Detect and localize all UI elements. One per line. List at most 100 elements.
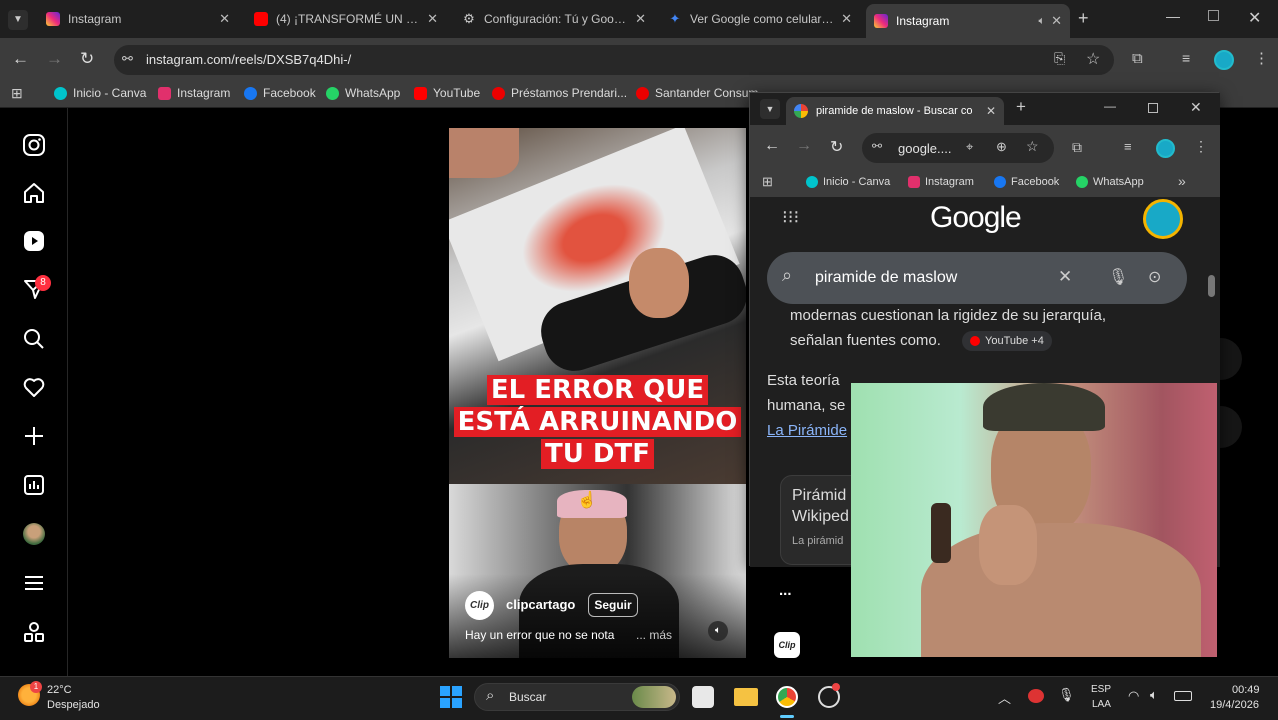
mute-icon[interactable]: 🔈︎ — [708, 621, 728, 641]
clock-time[interactable]: 00:49 — [1232, 684, 1260, 696]
back-button[interactable]: ← — [764, 137, 780, 155]
maximize-button[interactable] — [1148, 103, 1158, 113]
card-snippet: La pirámid — [792, 535, 844, 547]
channel-avatar[interactable]: Clip — [465, 591, 494, 620]
media-control-icon[interactable]: ≡ — [1182, 50, 1190, 66]
widgets-icon[interactable] — [692, 686, 714, 708]
bookmark-canva[interactable]: Inicio - Canva — [806, 176, 890, 188]
close-icon[interactable]: ✕ — [986, 104, 996, 118]
menu-icon[interactable]: ⋮ — [1254, 49, 1269, 67]
app-tray-icon[interactable] — [1028, 689, 1044, 703]
bookmark-star-icon[interactable]: ☆ — [1026, 138, 1039, 155]
source-chip[interactable]: YouTube +4 — [962, 331, 1052, 351]
profile-avatar[interactable] — [1214, 50, 1234, 70]
create-plus-icon[interactable] — [22, 424, 46, 448]
microphone-icon[interactable]: 🎙︎ — [1058, 687, 1075, 703]
dashboard-icon[interactable] — [22, 473, 46, 497]
extensions-icon[interactable]: ⧉ — [1132, 50, 1143, 67]
bookmark-youtube[interactable]: YouTube — [414, 86, 480, 100]
google-apps-icon[interactable]: ⁝⁝⁝ — [782, 207, 799, 228]
extensions-icon[interactable]: ⧉ — [1072, 139, 1082, 156]
search-query-input[interactable]: piramide de maslow — [815, 269, 957, 287]
location-icon[interactable]: ⌖ — [966, 139, 973, 155]
home-icon[interactable] — [22, 181, 46, 205]
minimize-button[interactable]: — — [1104, 99, 1116, 113]
install-app-icon[interactable]: ⎘ — [1054, 50, 1065, 67]
bookmark-prestamos[interactable]: Préstamos Prendari... — [492, 86, 627, 100]
close-icon[interactable]: ✕ — [635, 11, 646, 27]
scrollbar-thumb[interactable] — [1208, 275, 1215, 297]
profile-avatar[interactable] — [1156, 139, 1175, 158]
forward-button[interactable]: → — [46, 49, 63, 69]
maximize-button[interactable] — [1208, 10, 1219, 21]
close-icon[interactable]: ✕ — [219, 11, 230, 27]
google-account-avatar[interactable] — [1143, 199, 1183, 239]
site-info-icon[interactable]: ⚯ — [122, 51, 133, 67]
volume-icon[interactable]: 🔈︎ — [1150, 687, 1158, 703]
close-window-button[interactable]: ✕ — [1248, 8, 1261, 28]
search-icon[interactable] — [22, 327, 46, 351]
battery-icon[interactable] — [1174, 691, 1192, 701]
bookmark-instagram[interactable]: Instagram — [158, 86, 230, 100]
result-link[interactable]: La Pirámide — [767, 422, 847, 439]
instagram-logo-icon[interactable] — [22, 133, 46, 157]
tab-instagram-active[interactable]: Instagram 🔈︎ ✕ — [866, 4, 1070, 38]
bookmark-whatsapp[interactable]: WhatsApp — [1076, 176, 1144, 188]
new-tab-button[interactable]: + — [1016, 97, 1026, 117]
heart-icon[interactable] — [22, 375, 46, 399]
tab-gemini[interactable]: ✦ Ver Google como celular en ✕ — [660, 6, 860, 32]
new-tab-button[interactable]: + — [1078, 8, 1089, 29]
forward-button[interactable]: → — [796, 137, 812, 155]
instagram-icon — [908, 176, 920, 188]
tab-youtube[interactable]: (4) ¡TRANSFORMÉ UN ROLEX ✕ — [246, 6, 446, 32]
clock-date[interactable]: 19/4/2026 — [1210, 699, 1259, 711]
chevron-up-icon[interactable]: ︿ — [998, 688, 1011, 707]
clear-search-icon[interactable]: ✕ — [1058, 267, 1072, 287]
apps-grid-icon[interactable]: ⊞ — [11, 85, 23, 102]
hamburger-menu-icon[interactable] — [22, 571, 46, 595]
more-link[interactable]: ... más — [636, 628, 672, 642]
bookmark-canva[interactable]: Inicio - Canva — [54, 86, 146, 100]
media-control-icon[interactable]: ≡ — [1124, 139, 1132, 154]
result-text-line: Esta teoría — [767, 372, 840, 389]
tab-search-button[interactable]: ▼ — [760, 99, 780, 119]
popup-tab[interactable]: piramide de maslow - Buscar co ✕ — [786, 97, 1004, 125]
reels-icon[interactable] — [22, 229, 46, 253]
tab-settings[interactable]: ⚙ Configuración: Tú y Google ✕ — [454, 6, 654, 32]
speaker-icon[interactable]: 🔈︎ — [1038, 15, 1045, 28]
lens-search-icon[interactable]: ⊙ — [1148, 267, 1161, 287]
reload-button[interactable]: ↻ — [80, 49, 94, 69]
site-info-icon[interactable]: ⚯ — [872, 139, 882, 153]
back-button[interactable]: ← — [12, 49, 29, 69]
tab-search-button[interactable]: ▼ — [8, 10, 28, 30]
bookmark-facebook[interactable]: Facebook — [994, 176, 1059, 188]
close-icon[interactable]: ✕ — [841, 11, 852, 27]
close-window-button[interactable]: ✕ — [1190, 99, 1202, 116]
minimize-button[interactable]: — — [1166, 8, 1180, 24]
chrome-icon[interactable] — [776, 686, 798, 708]
profile-avatar[interactable] — [23, 523, 45, 545]
zoom-icon[interactable]: ⊕ — [996, 139, 1007, 155]
more-options-icon[interactable]: ... — [779, 582, 792, 599]
close-icon[interactable]: ✕ — [427, 11, 438, 27]
close-icon[interactable]: ✕ — [1051, 13, 1062, 29]
keyboard-layout: LAA — [1092, 699, 1111, 710]
apps-grid-icon[interactable]: ⊞ — [762, 174, 773, 190]
bookmarks-overflow-icon[interactable]: » — [1178, 173, 1186, 189]
language-indicator[interactable]: ESP — [1091, 684, 1111, 695]
bookmark-whatsapp[interactable]: WhatsApp — [326, 86, 400, 100]
follow-button[interactable]: Seguir — [588, 593, 638, 617]
wifi-icon[interactable]: ◠ — [1128, 688, 1139, 704]
voice-search-icon[interactable]: 🎙︎ — [1108, 267, 1128, 287]
tab-instagram-1[interactable]: Instagram ✕ — [38, 6, 238, 32]
bookmark-facebook[interactable]: Facebook — [244, 86, 316, 100]
bookmark-star-icon[interactable]: ☆ — [1086, 49, 1100, 69]
threads-apps-icon[interactable] — [22, 620, 46, 644]
file-explorer-icon[interactable] — [734, 688, 758, 706]
bookmark-instagram[interactable]: Instagram — [908, 176, 974, 188]
windows-start-icon[interactable] — [440, 686, 462, 708]
audio-logo[interactable]: Clip — [774, 632, 800, 658]
reel-username[interactable]: clipcartago — [506, 597, 575, 612]
reload-button[interactable]: ↻ — [830, 137, 843, 157]
menu-icon[interactable]: ⋮ — [1194, 138, 1208, 155]
